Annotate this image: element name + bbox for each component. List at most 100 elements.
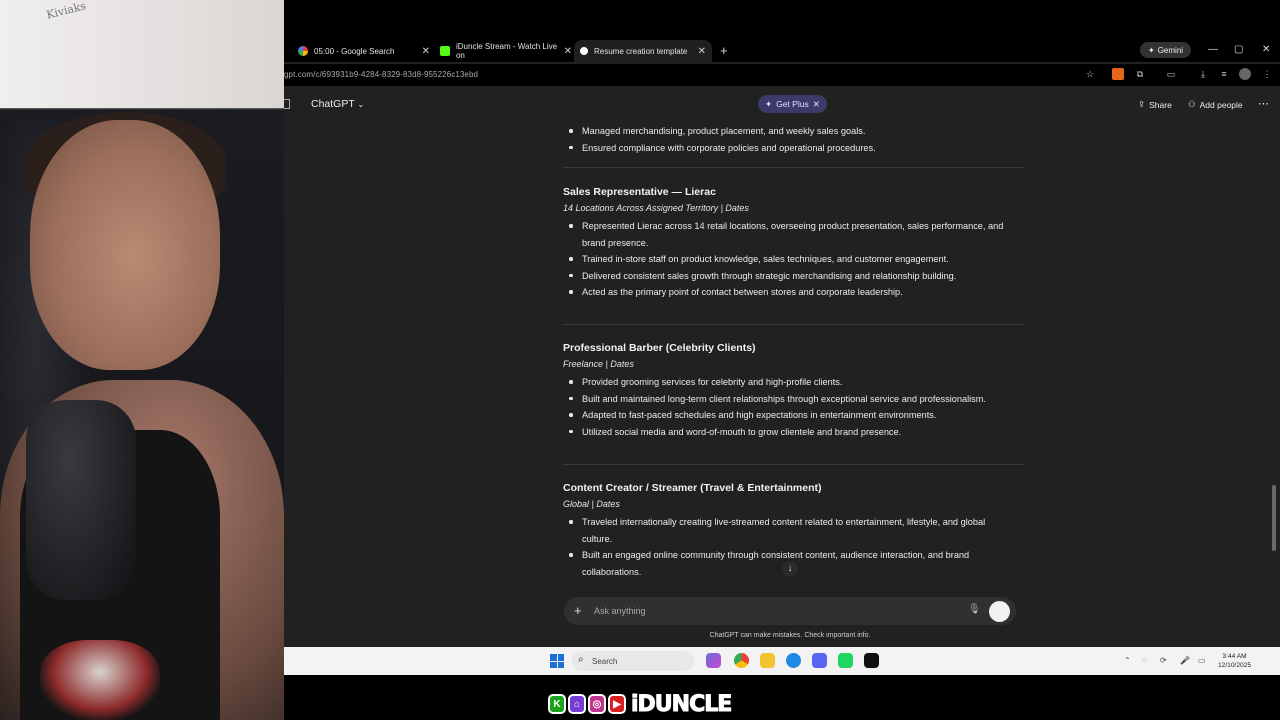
clock-time: 3:44 AM xyxy=(1222,653,1247,660)
bullet-list: Represented Lierac across 14 retail loca… xyxy=(563,218,1023,301)
close-icon[interactable]: ✕ xyxy=(698,46,706,57)
close-icon[interactable]: ✕ xyxy=(564,46,572,57)
list-item: Built and maintained long-term client re… xyxy=(563,391,1023,408)
extension-icon[interactable] xyxy=(1112,68,1124,80)
list-item: Represented Lierac across 14 retail loca… xyxy=(563,218,1023,251)
get-plus-label: Get Plus xyxy=(776,99,809,109)
browser-menu-icon[interactable]: ⋮ xyxy=(1261,68,1273,80)
playlist-icon[interactable]: ≡ xyxy=(1218,68,1230,80)
sparkle-icon: ✦ xyxy=(765,98,773,109)
minimize-icon[interactable]: — xyxy=(1208,44,1218,55)
gemini-label: Gemini xyxy=(1157,45,1184,55)
tab-resume-creation[interactable]: Resume creation template ✕ xyxy=(574,40,712,62)
model-label: ChatGPT xyxy=(311,98,355,110)
model-selector[interactable]: ChatGPT ⌄ xyxy=(311,98,364,110)
list-item-line: Traveled internationally creating live-s… xyxy=(582,517,986,527)
clock-date: 12/10/2025 xyxy=(1218,662,1252,669)
job-title: Sales Representative — Lierac xyxy=(563,186,716,198)
spotify-icon[interactable] xyxy=(838,653,853,668)
instagram-icon: ◎ xyxy=(588,694,606,714)
window-close-icon[interactable]: ✕ xyxy=(1262,44,1270,55)
tab-google-search[interactable]: 05:00 - Google Search ✕ xyxy=(298,40,430,62)
new-tab-icon[interactable]: + xyxy=(720,43,728,58)
browser-window: 05:00 - Google Search ✕ iDuncle Stream -… xyxy=(284,0,1280,675)
google-icon xyxy=(298,46,308,56)
prompt-input[interactable] xyxy=(594,603,924,619)
assistant-message: Managed merchandising, product placement… xyxy=(563,120,1023,596)
wall xyxy=(0,0,284,108)
list-item-line: brand presence. xyxy=(582,237,649,248)
scroll-down-button[interactable]: ↓ xyxy=(782,561,798,577)
file-explorer-icon[interactable] xyxy=(760,653,775,668)
chrome-icon[interactable] xyxy=(734,653,749,668)
add-people-button[interactable]: ⚇ Add people xyxy=(1188,99,1243,110)
tray-chevron-icon[interactable]: ⌃ xyxy=(1124,656,1131,665)
streamer-face xyxy=(30,120,220,370)
tab-bar: 05:00 - Google Search ✕ iDuncle Stream -… xyxy=(284,0,1280,62)
list-item: Utilized social media and word-of-mouth … xyxy=(563,424,1023,441)
more-options-icon[interactable]: ⋯ xyxy=(1258,97,1269,110)
kick-icon xyxy=(440,46,450,56)
job-title: Professional Barber (Celebrity Clients) xyxy=(563,342,756,354)
profile-avatar[interactable] xyxy=(1239,68,1251,80)
maximize-icon[interactable]: ▢ xyxy=(1234,44,1243,55)
close-icon[interactable]: ✕ xyxy=(813,99,820,110)
tab-label: Resume creation template xyxy=(594,46,688,56)
stream-frame: Kiviaks 05:00 - Google Search ✕ iDuncle … xyxy=(0,0,1280,720)
list-item: Ensured compliance with corporate polici… xyxy=(563,140,1023,157)
shirt-print xyxy=(40,640,160,720)
windows-start-icon[interactable] xyxy=(550,654,564,668)
microphone-icon[interactable]: 🎙 xyxy=(968,604,981,615)
list-item: Trained in-store staff on product knowle… xyxy=(563,251,1023,268)
list-item-line: collaborations. xyxy=(582,566,642,577)
tab-label: iDuncle Stream - Watch Live on xyxy=(455,42,558,60)
gemini-button[interactable]: ✦ Gemini xyxy=(1140,42,1192,58)
star-icon[interactable]: ☆ xyxy=(1084,68,1096,80)
taskbar: ⌕ Search ⌃ ◌ ⟳ 🎤 ▭ 3:44 AM 12/10/2025 xyxy=(284,647,1280,675)
list-item-line: Built an engaged online community throug… xyxy=(582,550,970,561)
job-title: Content Creator / Streamer (Travel & Ent… xyxy=(563,482,822,494)
download-icon[interactable]: ⤓ xyxy=(1197,68,1209,80)
chevron-down-icon: ⌄ xyxy=(357,100,365,109)
address-bar[interactable]: gpt.com/c/693931b9-4284-8329-83d8-955226… xyxy=(284,64,1280,86)
scrollbar-thumb[interactable] xyxy=(1272,485,1276,551)
edge-icon[interactable] xyxy=(786,653,801,668)
cast-icon[interactable]: ▭ xyxy=(1165,68,1177,80)
tab-iduncle-stream[interactable]: iDuncle Stream - Watch Live on ✕ xyxy=(440,40,572,62)
share-button[interactable]: ⇪ Share xyxy=(1138,99,1172,110)
taskbar-clock[interactable]: 3:44 AM 12/10/2025 xyxy=(1218,652,1251,670)
tray-app-icon[interactable]: ◌ xyxy=(1142,656,1147,665)
voice-mode-button[interactable] xyxy=(989,601,1010,622)
share-icon: ⇪ xyxy=(1138,99,1146,109)
chat-composer: + 🎙 xyxy=(564,597,1016,625)
divider xyxy=(563,464,1023,465)
tray-sync-icon[interactable]: ⟳ xyxy=(1160,656,1167,665)
list-item: Acted as the primary point of contact be… xyxy=(563,284,1023,301)
job-section: Sales Representative — Lierac 14 Locatio… xyxy=(563,186,1023,301)
list-item: Provided grooming services for celebrity… xyxy=(563,374,1023,391)
network-icon[interactable]: ▭ xyxy=(1198,656,1206,665)
job-subtitle: Global | Dates xyxy=(563,499,620,509)
previous-job: Managed merchandising, product placement… xyxy=(563,120,1023,156)
sparkle-icon: ✦ xyxy=(1148,45,1155,55)
puzzle-icon[interactable]: ⧉ xyxy=(1134,68,1146,80)
list-item: Managed merchandising, product placement… xyxy=(563,123,1023,140)
close-icon[interactable]: ✕ xyxy=(422,46,430,57)
tray-mic-icon[interactable]: 🎤 xyxy=(1180,656,1190,665)
copilot-icon[interactable] xyxy=(706,653,721,668)
list-item: Traveled internationally creating live-s… xyxy=(563,514,1023,547)
attach-plus-icon[interactable]: + xyxy=(574,603,582,618)
capcut-icon[interactable] xyxy=(864,653,879,668)
webcam-overlay: Kiviaks xyxy=(0,0,284,720)
url-text[interactable]: gpt.com/c/693931b9-4284-8329-83d8-955226… xyxy=(284,70,478,79)
search-icon: ⌕ xyxy=(578,654,584,665)
discord-icon[interactable] xyxy=(812,653,827,668)
taskbar-search[interactable]: ⌕ Search xyxy=(572,651,694,671)
get-plus-button[interactable]: ✦ Get Plus ✕ xyxy=(758,95,827,113)
brand-name: iDUNCLE xyxy=(630,691,732,717)
chatgpt-icon xyxy=(580,47,588,55)
add-people-label: Add people xyxy=(1199,99,1243,110)
job-section: Professional Barber (Celebrity Clients) … xyxy=(563,342,1023,440)
sidebar-toggle-icon[interactable] xyxy=(284,99,290,109)
job-subtitle: 14 Locations Across Assigned Territory |… xyxy=(563,203,749,213)
